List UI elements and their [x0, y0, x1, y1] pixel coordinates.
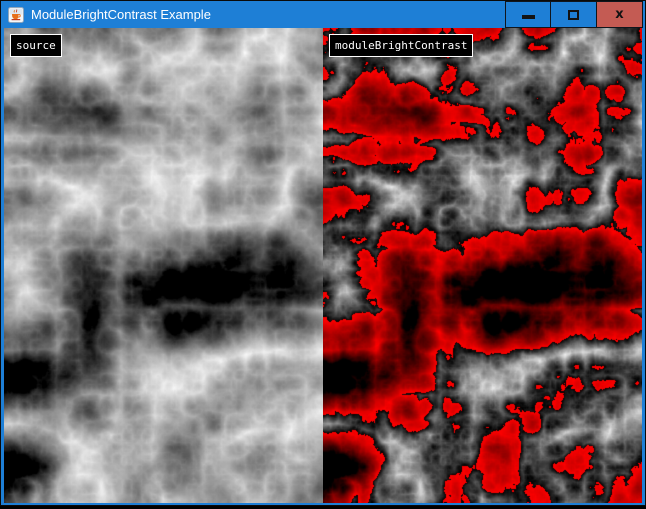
maximize-button[interactable] [551, 1, 597, 28]
result-panel: moduleBrightContrast [323, 28, 642, 503]
window-title: ModuleBrightContrast Example [31, 1, 211, 28]
window-controls: x [505, 1, 643, 28]
result-label: moduleBrightContrast [329, 34, 473, 57]
desktop-background: ModuleBrightContrast Example x source [0, 0, 646, 509]
maximize-square-icon [568, 10, 579, 20]
module-bright-contrast-image [323, 28, 642, 503]
source-label: source [10, 34, 62, 57]
minimize-button[interactable] [505, 1, 551, 28]
close-button[interactable]: x [597, 1, 643, 28]
minimize-dash-icon [522, 15, 535, 19]
app-window: ModuleBrightContrast Example x source [0, 0, 646, 506]
source-image [4, 28, 323, 503]
java-cup-icon [8, 7, 24, 23]
close-x-icon: x [615, 8, 623, 21]
titlebar[interactable]: ModuleBrightContrast Example x [1, 1, 645, 28]
source-panel: source [4, 28, 323, 503]
image-viewer-content: source moduleBrightContrast [4, 28, 642, 503]
